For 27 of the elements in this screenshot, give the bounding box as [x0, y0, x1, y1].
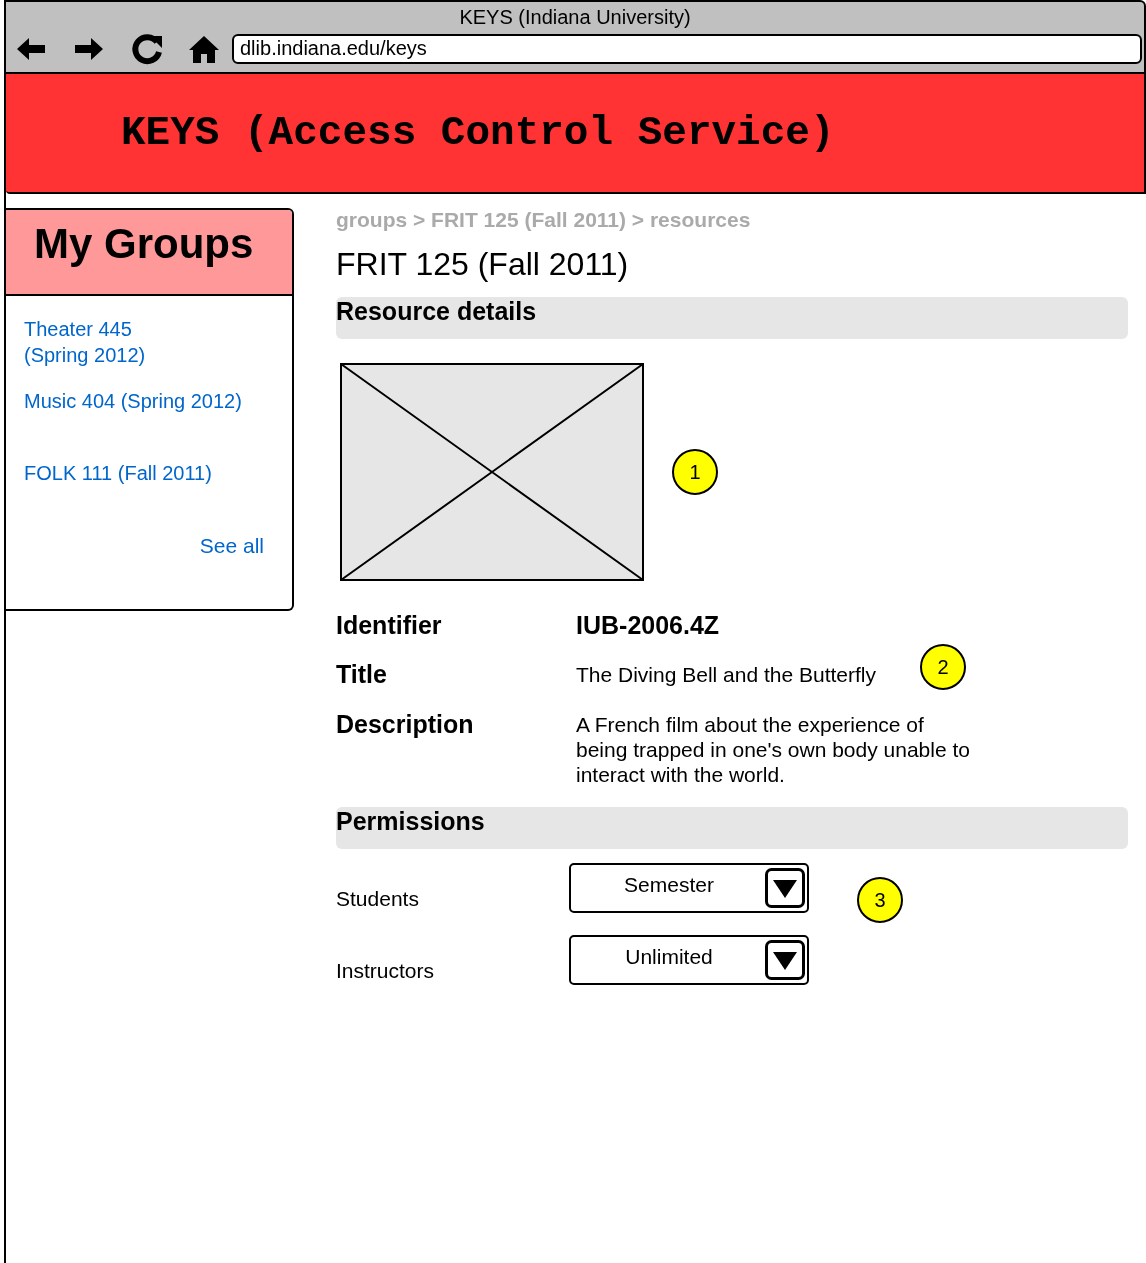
field-label: Title [336, 660, 388, 689]
group-link[interactable]: Theater 445 (Spring 2012) [24, 316, 146, 368]
site-title: KEYS (Access Control Service) [121, 110, 835, 156]
permission-label: Students [336, 887, 420, 912]
dropdown[interactable]: Unlimited [569, 935, 809, 985]
field-label: Identifier [336, 611, 443, 640]
callout-marker: 3 [857, 877, 903, 923]
dropdown[interactable]: Semester [569, 863, 809, 913]
callout-marker: 2 [920, 644, 966, 690]
page-title: FRIT 125 (Fall 2011) [336, 246, 630, 283]
field-value: IUB-2006.4Z [576, 611, 720, 638]
field-value: A French film about the experience of being trapped in one's own body unable to interact with the world. [576, 712, 971, 787]
home-icon[interactable] [188, 34, 220, 64]
see-all-link[interactable]: See all [199, 534, 264, 558]
section-title: Resource details [336, 297, 537, 325]
group-link[interactable]: FOLK 111 (Fall 2011) [24, 460, 212, 486]
group-link[interactable]: Music 404 (Spring 2012) [24, 388, 242, 414]
reload-icon[interactable] [130, 32, 164, 66]
permission-label: Instructors [336, 959, 436, 984]
field-label: Description [336, 710, 475, 739]
breadcrumb: groups > FRIT 125 (Fall 2011) > resources [336, 208, 752, 232]
window-title: KEYS (Indiana University) [458, 5, 692, 30]
sidebar-title: My Groups [34, 220, 254, 267]
field-value: The Diving Bell and the Butterfly [576, 662, 876, 687]
address-field[interactable]: dlib.indiana.edu/keys [232, 34, 1142, 64]
section-title: Permissions [336, 807, 485, 835]
callout-marker: 1 [672, 449, 718, 495]
